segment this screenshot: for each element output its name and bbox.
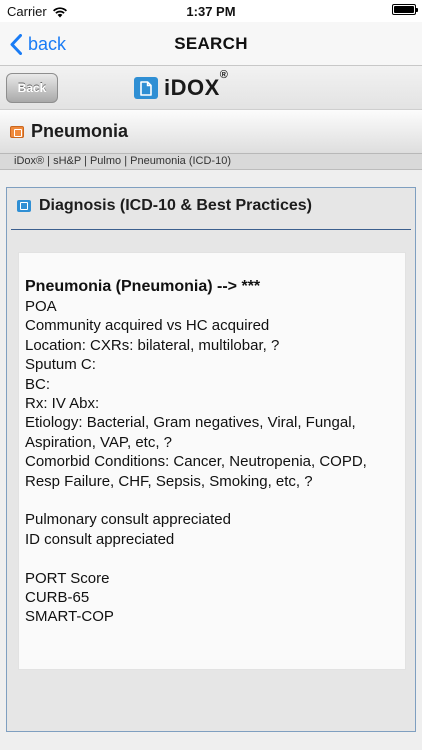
brand-logo: iDOX® [134, 69, 228, 101]
document-glyph [140, 80, 152, 96]
nav-back-label: back [28, 33, 67, 54]
brand-text: iDOX [164, 75, 220, 100]
panel-header: Diagnosis (ICD-10 & Best Practices) [17, 197, 312, 215]
note-line: BC: [25, 375, 51, 393]
note-line: Location: CXRs: bilateral, multilobar, ? [25, 336, 280, 354]
battery-fill [394, 6, 414, 13]
app-header: Back iDOX® [0, 66, 422, 110]
status-bar: Carrier 1:37 PM [0, 0, 422, 22]
note-line-blank [25, 549, 399, 568]
battery-tip [416, 8, 418, 12]
section-title-bar: Pneumonia [0, 110, 422, 154]
brand-registered-mark: ® [219, 69, 229, 81]
note-line-blank [25, 491, 399, 510]
note-lines: POA Community acquired vs HC acquired Lo… [25, 297, 399, 627]
panel-divider [11, 229, 411, 230]
section-title: Pneumonia [31, 121, 129, 141]
panel-title: Diagnosis (ICD-10 & Best Practices) [39, 197, 312, 214]
note-text-area[interactable]: Pneumonia (Pneumonia) --> *** POA Commun… [18, 252, 406, 670]
note-line: POA [25, 298, 57, 315]
note-line: CURB-65 [25, 589, 90, 607]
note-line: Comorbid Conditions: Cancer, Neutropenia… [25, 453, 367, 471]
note-line: ID consult appreciated [25, 530, 175, 548]
document-icon [134, 77, 158, 99]
status-right [392, 4, 418, 15]
nav-back-button[interactable]: back [10, 30, 66, 58]
note-line: Sputum C: [25, 356, 96, 374]
note-line: Aspiration, VAP, etc, ? [25, 433, 173, 451]
document-icon [17, 200, 31, 212]
document-icon [10, 125, 24, 138]
note-line: SMART-COP [25, 608, 114, 626]
note-line: Pulmonary consult appreciated [25, 511, 231, 529]
note-line: Resp Failure, CHF, Sepsis, Smoking, etc,… [25, 472, 313, 490]
note-line: PORT Score [25, 569, 110, 587]
note-line: Rx: IV Abx: [25, 395, 100, 413]
nav-bar: back SEARCH [0, 22, 422, 66]
note-line: Etiology: Bacterial, Gram negatives, Vir… [25, 414, 356, 432]
brand-name: iDOX® [164, 69, 228, 101]
note-line: Community acquired vs HC acquired [25, 317, 270, 335]
status-time: 1:37 PM [186, 4, 236, 19]
app-back-button[interactable]: Back [6, 73, 58, 103]
chevron-left-icon [10, 33, 22, 55]
note-heading: Pneumonia (Pneumonia) --> *** [25, 278, 261, 295]
diagnosis-panel: Diagnosis (ICD-10 & Best Practices) Pneu… [6, 187, 416, 732]
battery-icon [392, 4, 418, 15]
breadcrumb: iDox® | sH&P | Pulmo | Pneumonia (ICD-10… [0, 154, 422, 170]
